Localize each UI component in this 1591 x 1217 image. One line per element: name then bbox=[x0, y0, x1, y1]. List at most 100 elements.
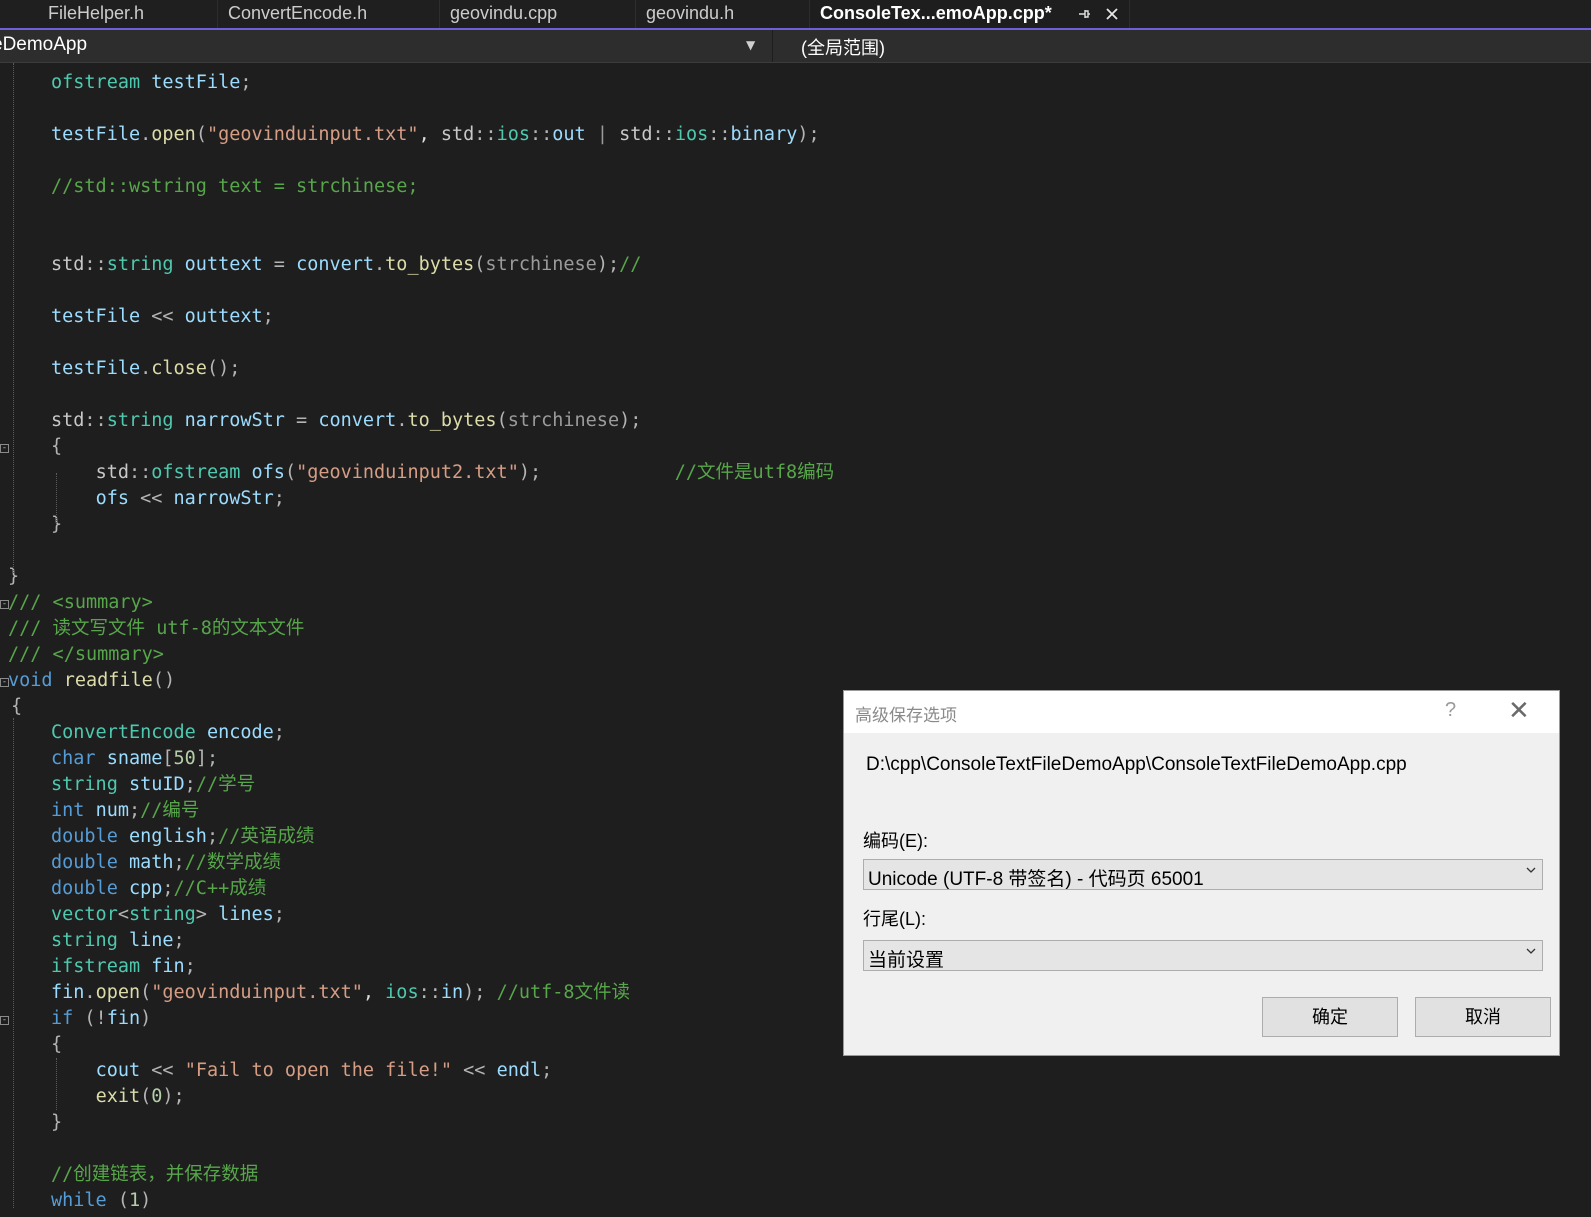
line-ending-select[interactable]: 当前设置 bbox=[863, 940, 1543, 971]
code-line: fin.open("geovinduinput.txt", ios::in); … bbox=[51, 980, 630, 1006]
help-icon[interactable]: ? bbox=[1445, 699, 1456, 722]
fold-toggle[interactable]: - bbox=[0, 600, 9, 609]
code-token: ; bbox=[541, 1060, 553, 1081]
code-line: std::ofstream ofs("geovinduinput2.txt");… bbox=[51, 460, 835, 486]
code-token: cout bbox=[95, 1060, 141, 1081]
indent-guide bbox=[56, 1058, 57, 1110]
code-token: string bbox=[51, 930, 118, 951]
code-token: //学号 bbox=[195, 774, 256, 795]
code-token: string bbox=[51, 774, 118, 795]
code-token: [ bbox=[162, 748, 174, 769]
code-token: ofs bbox=[251, 462, 285, 483]
chevron-down-icon: ▼ bbox=[746, 38, 756, 52]
code-line: if (!fin) bbox=[51, 1006, 151, 1032]
code-line: testFile.close(); bbox=[51, 356, 240, 382]
code-token: :: bbox=[474, 124, 497, 145]
code-token: strchinese bbox=[485, 254, 597, 275]
code-token: "geovinduinput2.txt" bbox=[296, 462, 519, 483]
code-token: ConvertEncode bbox=[51, 722, 196, 743]
code-line: std::string outtext = convert.to_bytes(s… bbox=[51, 252, 641, 278]
code-token: ofstream bbox=[151, 462, 241, 483]
code-token: 50 bbox=[173, 748, 196, 769]
code-token: { bbox=[11, 696, 23, 717]
code-token: . bbox=[140, 358, 152, 379]
code-token: ofstream bbox=[51, 72, 141, 93]
code-token: () bbox=[152, 670, 176, 691]
code-token: = bbox=[284, 410, 319, 431]
code-token: narrowStr bbox=[173, 488, 274, 509]
tab-geovindu-cpp[interactable]: geovindu.cpp bbox=[440, 0, 636, 28]
project-dropdown[interactable]: eDemoApp ▼ bbox=[0, 30, 770, 62]
fold-toggle[interactable]: - bbox=[0, 1016, 9, 1025]
code-line: string line; bbox=[51, 928, 185, 954]
code-token: while bbox=[51, 1190, 107, 1211]
code-token: :: bbox=[84, 410, 107, 431]
code-token: ofs bbox=[95, 488, 129, 509]
code-token: ( bbox=[496, 410, 508, 431]
code-token: ) bbox=[140, 1190, 152, 1211]
code-token: stuID bbox=[128, 774, 185, 795]
pin-icon[interactable] bbox=[1072, 0, 1096, 28]
code-token: if bbox=[51, 1008, 74, 1029]
scope-name: (全局范围) bbox=[801, 38, 885, 58]
code-token: (); bbox=[206, 358, 241, 379]
code-token: ifstream bbox=[51, 956, 141, 977]
code-token: outtext bbox=[184, 254, 263, 275]
code-token: // bbox=[619, 254, 642, 275]
code-token: ; bbox=[273, 488, 285, 509]
code-token: int bbox=[51, 800, 85, 821]
code-token: | bbox=[585, 124, 620, 145]
code-token: ; bbox=[262, 306, 274, 327]
code-token: testFile bbox=[51, 306, 141, 327]
code-token: ; bbox=[173, 930, 185, 951]
encoding-value: Unicode (UTF-8 带签名) - 代码页 65001 bbox=[868, 869, 1204, 890]
code-token: ]; bbox=[195, 748, 219, 769]
fold-toggle[interactable]: - bbox=[0, 444, 9, 453]
tab-convertencode-h[interactable]: ConvertEncode.h bbox=[218, 0, 440, 28]
code-token: close bbox=[151, 358, 207, 379]
encoding-select[interactable]: Unicode (UTF-8 带签名) - 代码页 65001 bbox=[863, 859, 1543, 890]
ok-button[interactable]: 确定 bbox=[1262, 997, 1398, 1037]
project-name: eDemoApp bbox=[0, 34, 88, 55]
code-token: math bbox=[128, 852, 174, 873]
tab-label: geovindu.h bbox=[646, 3, 735, 23]
fold-toggle[interactable]: - bbox=[0, 678, 9, 687]
chevron-down-icon bbox=[1526, 867, 1536, 873]
code-token: << bbox=[128, 488, 174, 509]
close-icon[interactable] bbox=[1100, 0, 1124, 28]
code-token: = bbox=[262, 254, 297, 275]
scope-dropdown[interactable]: (全局范围) bbox=[773, 30, 1591, 62]
advanced-save-options-dialog: 高级保存选项 ? ✕ D:\cpp\ConsoleTextFileDemoApp… bbox=[843, 690, 1560, 1056]
cancel-button[interactable]: 取消 bbox=[1415, 997, 1551, 1037]
dialog-title: 高级保存选项 bbox=[855, 706, 957, 725]
tab-filehelper-h[interactable]: FileHelper.h bbox=[38, 0, 218, 28]
tab-geovindu-h[interactable]: geovindu.h bbox=[636, 0, 810, 28]
code-token: void bbox=[8, 670, 53, 691]
code-token: 1 bbox=[128, 1190, 141, 1211]
code-token: ; bbox=[128, 800, 141, 821]
code-token: num bbox=[95, 800, 129, 821]
code-token: ); bbox=[797, 124, 820, 145]
code-token: string bbox=[106, 410, 174, 431]
code-line: while (1) bbox=[51, 1188, 151, 1214]
code-token: :: bbox=[84, 254, 107, 275]
code-line: { bbox=[11, 694, 22, 720]
code-token: fin bbox=[151, 956, 185, 977]
close-icon[interactable]: ✕ bbox=[1508, 695, 1530, 726]
code-token: ( bbox=[284, 462, 297, 483]
code-line: //创建链表，并保存数据 bbox=[51, 1162, 258, 1188]
tab-label: ConvertEncode.h bbox=[228, 3, 368, 23]
code-token: "geovinduinput.txt" bbox=[151, 982, 363, 1003]
code-token: << bbox=[452, 1060, 497, 1081]
code-line: /// 读文写文件 utf-8的文本文件 bbox=[8, 616, 304, 642]
